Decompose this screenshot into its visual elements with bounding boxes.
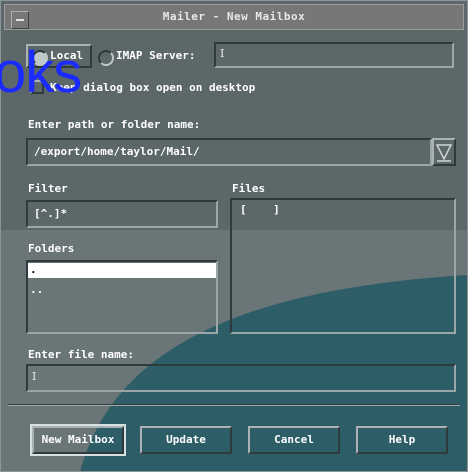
text-cursor-icon: [220, 47, 226, 61]
separator: [8, 404, 460, 406]
filter-label: Filter: [28, 182, 68, 195]
text-cursor-icon: [32, 370, 38, 384]
folders-label: Folders: [28, 242, 75, 255]
list-item[interactable]: ..: [30, 283, 43, 296]
folders-list[interactable]: . ..: [26, 260, 218, 334]
cancel-button[interactable]: Cancel: [248, 426, 340, 454]
path-input[interactable]: /export/home/taylor/Mail/: [26, 138, 432, 166]
imap-server-input[interactable]: [214, 42, 454, 68]
help-button[interactable]: Help: [356, 426, 448, 454]
filename-input[interactable]: [26, 364, 456, 392]
overlay-text: oks: [0, 40, 82, 105]
filter-input[interactable]: [^.]*: [26, 200, 218, 228]
window-title: Mailer - New Mailbox: [162, 10, 306, 23]
imap-radio-icon[interactable]: [98, 50, 114, 66]
files-list[interactable]: [ ]: [230, 198, 456, 334]
filename-label: Enter file name:: [28, 348, 134, 361]
update-button[interactable]: Update: [140, 426, 232, 454]
list-item[interactable]: [ ]: [240, 203, 280, 216]
list-item[interactable]: .: [28, 263, 216, 278]
imap-label: IMAP Server:: [116, 49, 196, 62]
title-bar[interactable]: Mailer - New Mailbox: [4, 4, 464, 30]
path-label: Enter path or folder name:: [28, 118, 201, 131]
path-dropdown-button[interactable]: [432, 138, 456, 166]
new-mailbox-button[interactable]: New Mailbox: [32, 426, 124, 454]
dropdown-triangle-icon: [435, 144, 453, 162]
files-label: Files: [232, 182, 266, 195]
